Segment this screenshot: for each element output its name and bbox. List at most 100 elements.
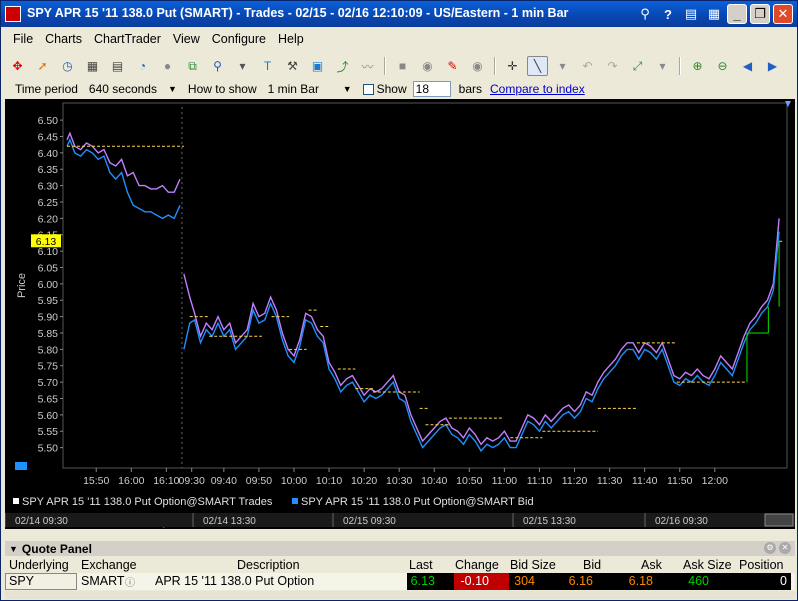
compare-to-index-link[interactable]: Compare to index [490, 82, 585, 96]
close-panel-icon[interactable]: ✕ [779, 542, 791, 554]
menu-charttrader[interactable]: ChartTrader [88, 29, 167, 51]
printer-settings-icon[interactable]: ▦ [704, 4, 724, 24]
collapse-icon[interactable]: ▼ [9, 544, 18, 554]
navigator-label: 02/15 09:30 [343, 516, 396, 527]
navigator-label: 02/14 13:30 [203, 516, 256, 527]
underlying-value: SPY [9, 574, 35, 588]
quote-row[interactable]: SPY SMART ⓘ APR 15 '11 138.0 Put Option … [5, 573, 795, 590]
x-tick-label: 11:10 [527, 475, 553, 487]
trendline-icon[interactable]: ╲ [527, 56, 548, 76]
scroll-left-icon[interactable]: ◀ [737, 56, 758, 76]
print-icon[interactable]: ▤ [681, 4, 701, 24]
bars-label: bars [458, 82, 482, 96]
col-last[interactable]: Last [409, 558, 433, 572]
settings-icon[interactable]: ⚙ [764, 542, 776, 554]
grid-icon[interactable]: ▦ [82, 56, 103, 76]
time-period-select[interactable]: 640 seconds ▼ [86, 81, 180, 97]
order-icon[interactable]: ➚ [32, 56, 53, 76]
position-value: 0 [780, 574, 787, 588]
stop-icon[interactable]: ● [157, 56, 178, 76]
dropdown-icon[interactable]: ▾ [232, 56, 253, 76]
last-price-label: 6.13 [36, 236, 57, 248]
chart-area[interactable]: 6.506.456.406.356.306.256.206.156.106.05… [5, 99, 795, 529]
crosshair-icon[interactable]: ✛ [502, 56, 523, 76]
layout-icon[interactable]: ⧉ [182, 56, 203, 76]
y-tick-label: 5.80 [38, 344, 59, 356]
timer-icon[interactable]: ◔ [132, 56, 153, 76]
y-tick-label: 5.60 [38, 410, 59, 422]
show-checkbox[interactable] [362, 83, 374, 95]
clock-icon[interactable]: ◷ [57, 56, 78, 76]
y-tick-label: 5.65 [38, 393, 59, 405]
quote-panel-header[interactable]: ▼ Quote Panel ⚙ ✕ [5, 541, 795, 556]
x-tick-label: 10:00 [281, 475, 307, 487]
x-tick-label: 11:20 [562, 475, 588, 487]
last-value: 6.13 [410, 574, 435, 588]
info-icon[interactable]: ⓘ [125, 574, 135, 589]
price-chart[interactable]: 6.506.456.406.356.306.256.206.156.106.05… [5, 99, 795, 529]
x-tick-label: 12:00 [702, 475, 728, 487]
zoom-in-icon[interactable]: ⊕ [687, 56, 708, 76]
col-ask-size[interactable]: Ask Size [683, 558, 732, 572]
col-position[interactable]: Position [739, 558, 783, 572]
zoom-out-icon[interactable]: ⊖ [712, 56, 733, 76]
x-tick-label: 10:20 [351, 475, 377, 487]
how-to-show-select[interactable]: 1 min Bar ▼ [265, 81, 355, 97]
time-period-value: 640 seconds [88, 82, 157, 96]
study-icon[interactable]: 〰 [357, 56, 378, 76]
crosshair-move-icon[interactable]: ✥ [7, 56, 28, 76]
legend-swatch [292, 498, 298, 504]
x-tick-label: 16:10 [153, 475, 179, 487]
indicator-icon[interactable]: ⤴ [332, 56, 353, 76]
menu-help[interactable]: Help [272, 29, 310, 51]
col-bid-size[interactable]: Bid Size [510, 558, 556, 572]
save-icon[interactable]: ▣ [307, 56, 328, 76]
dropdown2-icon[interactable]: ◉ [417, 56, 438, 76]
x-tick-label: 09:40 [211, 475, 237, 487]
zoom-icon[interactable]: ⚲ [207, 56, 228, 76]
col-ask[interactable]: Ask [641, 558, 662, 572]
col-bid[interactable]: Bid [583, 558, 601, 572]
col-underlying[interactable]: Underlying [9, 558, 69, 572]
description-value: APR 15 '11 138.0 Put Option [155, 574, 315, 588]
x-tick-label: 10:30 [386, 475, 412, 487]
title-bar[interactable]: SPY APR 15 '11 138.0 Put (SMART) - Trade… [1, 1, 797, 27]
y-axis-label: Price [16, 273, 28, 298]
dropdown5-icon[interactable]: ▾ [652, 56, 673, 76]
menu-charts[interactable]: Charts [39, 29, 88, 51]
print-chart-icon[interactable]: ▤ [107, 56, 128, 76]
x-tick-label: 11:40 [632, 475, 658, 487]
text-icon[interactable]: T [257, 56, 278, 76]
restore-icon[interactable]: ❐ [750, 4, 770, 24]
pin-icon[interactable]: ⚲ [635, 4, 655, 24]
help-icon[interactable]: ? [658, 4, 678, 24]
chevron-down-icon: ▼ [342, 84, 352, 94]
legend-entry: SPY APR 15 '11 138.0 Put Option@SMART Tr… [22, 496, 273, 508]
bars-count-input[interactable]: 18 [412, 81, 451, 97]
x-tick-label: 11:30 [597, 475, 623, 487]
tools-icon[interactable]: ⚒ [282, 56, 303, 76]
dropdown3-icon[interactable]: ◉ [467, 56, 488, 76]
dropdown4-icon[interactable]: ▾ [552, 56, 573, 76]
menu-file[interactable]: File [7, 29, 39, 51]
pencil-icon[interactable]: ✎ [442, 56, 463, 76]
redo-icon[interactable]: ↷ [602, 56, 623, 76]
y-tick-label: 5.50 [38, 443, 59, 455]
undo-icon[interactable]: ↶ [577, 56, 598, 76]
col-description[interactable]: Description [237, 558, 300, 572]
menu-configure[interactable]: Configure [206, 29, 272, 51]
horizontal-scrollbar[interactable] [5, 591, 795, 599]
y-tick-label: 6.35 [38, 164, 59, 176]
close-icon[interactable]: ✕ [773, 4, 793, 24]
chart-type-icon[interactable]: ⤢ [627, 56, 648, 76]
app-icon [5, 6, 21, 22]
color-box-icon[interactable]: ■ [392, 56, 413, 76]
y-tick-label: 6.30 [38, 181, 59, 193]
navigator-label: 02/15 13:30 [523, 516, 576, 527]
menu-view[interactable]: View [167, 29, 206, 51]
col-exchange[interactable]: Exchange [81, 558, 137, 572]
col-change[interactable]: Change [455, 558, 499, 572]
scroll-right-icon[interactable]: ▶ [762, 56, 783, 76]
minimize-icon[interactable]: _ [727, 4, 747, 24]
y-tick-label: 6.40 [38, 148, 59, 160]
